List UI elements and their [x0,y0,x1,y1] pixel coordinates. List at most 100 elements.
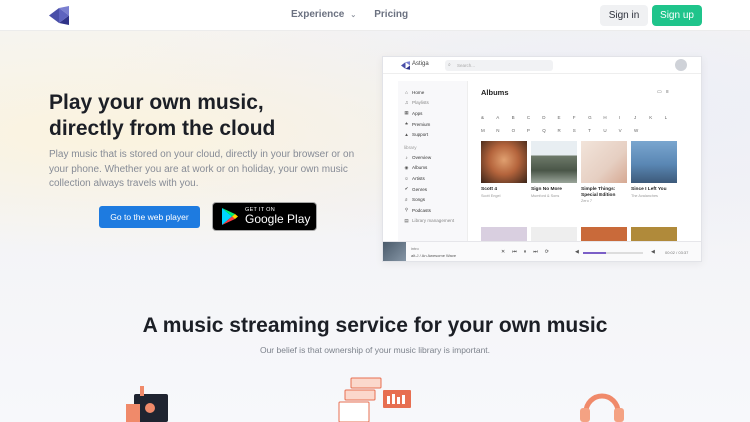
app-search-placeholder: Search... [457,63,476,68]
hero-title-line1: Play your own music, [49,91,264,114]
player-controls[interactable]: ✕⏮⏸⏭⟳ [501,249,556,255]
home-icon: ⌂ [405,89,408,95]
sidebar-item-artists[interactable]: ☺ Artists [404,173,467,184]
sidebar-item-genres[interactable]: ✔ Genres [404,184,467,195]
album-cover [581,141,627,183]
letter-filter-item[interactable]: Q [542,124,557,137]
library-interface-illustration-icon [338,377,411,422]
section-title: A music streaming service for your own m… [142,314,608,337]
signin-button[interactable]: Sign in [600,5,648,26]
track-time: 00:02 / 03:37 [665,250,689,255]
sidebar-item-podcasts[interactable]: ⚲ Podcasts [404,205,467,216]
sidebar-item-label: Overview [412,154,432,160]
letter-filter-item[interactable]: U [603,124,618,137]
song-icon: ♬ [404,197,409,203]
letter-filter-item[interactable]: & [481,111,496,124]
letter-filter-item[interactable]: B [512,111,527,124]
letter-filter-item[interactable]: F [573,111,588,124]
album-artist: Scott Engel [481,193,501,198]
album-card[interactable] [531,227,577,241]
now-playing-artist: alt-J / An Awesome Wave [411,253,457,258]
hero-description: Play music that is stored on your cloud,… [49,149,355,189]
letter-filter-item[interactable]: K [649,111,664,124]
sidebar-item-support[interactable]: ▲ Support [404,129,467,140]
letter-filter-item[interactable]: P [527,124,542,137]
album-cover [631,141,677,183]
sidebar-item-premium[interactable]: ★ Premium [404,119,467,130]
album-card[interactable]: Sign No More Mumford & Sons [531,141,577,198]
app-sidebar: ⌂ Home ♫ Playlists ▦ Apps ★ Premium ▲ Support… [398,81,468,241]
album-cover [581,227,627,241]
letter-filter-item[interactable]: N [496,124,511,137]
album-cover [481,141,527,183]
letter-filter-item[interactable]: M [481,124,496,137]
next-icon[interactable]: ⏭ [533,249,545,255]
sidebar-item-home[interactable]: ⌂ Home [404,87,467,98]
letter-filter-item[interactable]: A [496,111,511,124]
sidebar-item-songs[interactable]: ♬ Songs [404,194,467,205]
letter-filter-item[interactable]: C [527,111,542,124]
astiga-logo-icon [401,61,410,70]
hero-title-line2: directly from the cloud [49,117,276,140]
sidebar-item-label: Apps [412,110,423,116]
music-player-bar: intro alt-J / An Awesome Wave ✕⏮⏸⏭⟳ ◀ ◀ … [383,241,701,261]
letter-filter-item[interactable]: I [619,111,634,124]
album-card[interactable] [631,227,677,241]
previous-icon[interactable]: ⏮ [512,249,524,255]
sidebar-item-label: Home [412,89,425,95]
sidebar-item-label: Songs [412,197,426,203]
album-card[interactable] [581,227,627,241]
album-card[interactable] [481,227,527,241]
progress-bar[interactable] [583,252,643,254]
letter-filter-item[interactable]: V [619,124,634,137]
album-card[interactable]: Scott 4 Scott Engel [481,141,527,198]
google-play-button[interactable]: GET IT ON Google Play [212,202,317,231]
letter-filter-item[interactable]: S [573,124,588,137]
now-playing-cover [383,242,406,261]
letter-filter-item[interactable]: H [603,111,618,124]
list-icon[interactable]: ≡ [666,89,669,95]
speaker-icon[interactable]: ◀ [651,249,655,255]
artist-icon: ☺ [404,175,409,181]
nav-pricing[interactable]: Pricing [374,9,408,20]
nav-experience[interactable]: Experience ⌄ [291,9,356,20]
album-card[interactable]: Simple Things: Special Edition Zero 7 [581,141,627,203]
letter-filter-item[interactable]: T [588,124,603,137]
sidebar-item-apps[interactable]: ▦ Apps [404,108,467,119]
letter-filter-item[interactable]: J [634,111,649,124]
avatar[interactable] [675,59,687,71]
astiga-logo-icon[interactable] [49,6,69,25]
grid-icon[interactable]: ▭ [657,89,662,95]
letter-filter-item[interactable]: O [512,124,527,137]
web-player-button[interactable]: Go to the web player [99,206,200,228]
sidebar-item-library-management[interactable]: ▤ Library management [404,216,467,227]
album-cover [531,141,577,183]
music-files-illustration-icon [126,386,168,422]
letter-filter-item[interactable]: E [557,111,572,124]
nav-links: Experience ⌄ Pricing [291,9,408,20]
letter-filter-item[interactable]: G [588,111,603,124]
letter-filter-item[interactable]: D [542,111,557,124]
signup-button[interactable]: Sign up [652,5,702,26]
shuffle-icon[interactable]: ✕ [501,249,512,255]
letter-filter-item[interactable]: W [634,124,649,137]
pause-icon[interactable]: ⏸ [524,249,534,255]
album-cover [531,227,577,241]
app-search-input[interactable]: ⌕ Search... [445,60,553,71]
sidebar-item-playlists[interactable]: ♫ Playlists [404,98,467,109]
letter-filter-item[interactable]: R [557,124,572,137]
sidebar-item-label: Playlists [412,100,429,106]
album-cover [631,227,677,241]
sidebar-item-overview[interactable]: ♪ Overview [404,152,467,163]
sidebar-item-label: Library management [412,218,455,224]
top-nav: Experience ⌄ Pricing Sign in Sign up [0,0,750,31]
letter-filter-item[interactable]: L [665,111,680,124]
sidebar-item-label: Premium [412,121,431,127]
sidebar-item-albums[interactable]: ◉ Albums [404,163,467,174]
repeat-icon[interactable]: ⟳ [545,249,556,255]
chevron-down-icon: ⌄ [350,11,357,19]
sidebar-item-label: Genres [412,186,428,192]
album-card[interactable]: Since I Left You The Avalanches [631,141,677,198]
volume-icon[interactable]: ◀ [575,249,579,255]
view-toggle-icons[interactable]: ▭ ≡ [657,89,669,95]
